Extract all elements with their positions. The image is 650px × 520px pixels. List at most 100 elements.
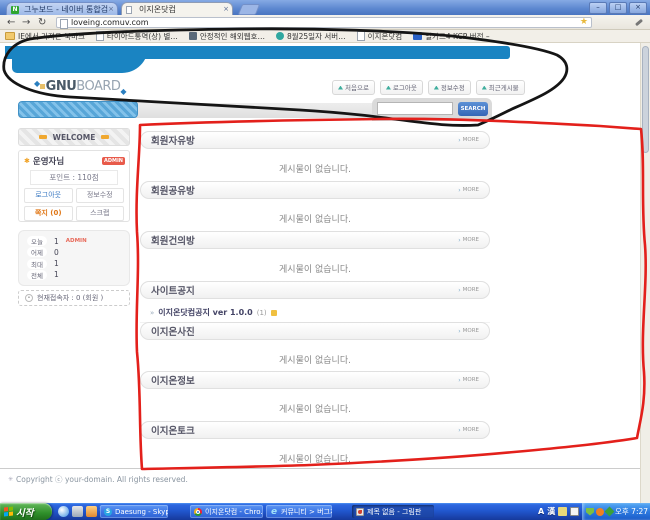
- search-input[interactable]: [377, 102, 453, 115]
- page-icon: [96, 31, 104, 41]
- quicklaunch-app-icon[interactable]: [72, 506, 83, 517]
- start-button[interactable]: 시작: [0, 503, 52, 520]
- quicklaunch-app-icon[interactable]: [86, 506, 97, 517]
- close-button[interactable]: ×: [629, 2, 647, 14]
- taskbar-item-ie[interactable]: e 커뮤니티 > 버그게...: [266, 505, 332, 518]
- forward-icon[interactable]: →: [22, 16, 30, 29]
- tab-close-icon[interactable]: ×: [108, 3, 114, 15]
- current-visitors-box[interactable]: • 현재접속자 : 0 (회원 ): [18, 290, 130, 306]
- board-header[interactable]: 회원자유방 ›MORE: [140, 131, 490, 149]
- board-header[interactable]: 이지온토크 ›MORE: [140, 421, 490, 439]
- ime-alpha-icon[interactable]: A: [538, 507, 544, 516]
- notice-post-row[interactable]: » 이지온닷컴공지 ver 1.0.0 (1): [140, 304, 490, 323]
- taskbar-clock: 오후 7:27: [615, 506, 650, 517]
- bullet-icon: •: [25, 294, 33, 302]
- tab-naver-search[interactable]: N 그누보드 - 네이버 통합검 ×: [6, 2, 118, 15]
- bookmark-item[interactable]: IE에서 가져온 북마크: [5, 31, 85, 42]
- more-link[interactable]: ›MORE: [458, 328, 479, 335]
- recent-posts-button[interactable]: 최근게시물: [476, 80, 525, 95]
- search-button[interactable]: SEARCH: [458, 102, 488, 116]
- empty-text: 게시물이 없습니다.: [140, 162, 490, 175]
- quicklaunch-browser-icon[interactable]: [58, 506, 69, 517]
- more-link[interactable]: ›MORE: [458, 187, 479, 194]
- skype-icon: S: [104, 508, 112, 516]
- system-tray: 오후 7:27: [582, 503, 650, 520]
- ime-option-icon[interactable]: [558, 507, 567, 516]
- bookmark-item[interactable]: 안정적인 해외웹호…: [189, 31, 265, 42]
- board-header[interactable]: 이지온정보 ›MORE: [140, 371, 490, 389]
- empty-text: 게시물이 없습니다.: [140, 262, 490, 275]
- username: 운영자님: [33, 155, 64, 167]
- footer-copyright: ✳ Copyright ⓒ your-domain. All rights re…: [8, 474, 188, 485]
- wrench-menu-icon[interactable]: [634, 18, 643, 27]
- board-header[interactable]: 회원공유방 ›MORE: [140, 181, 490, 199]
- taskbar-item-skype[interactable]: S Daesung - Skype...: [100, 505, 168, 518]
- logout-button[interactable]: 로그아웃: [380, 80, 423, 95]
- gnuboard-logo[interactable]: ◆GNUBOARD◆: [34, 79, 126, 96]
- board-header[interactable]: 회원건의방 ›MORE: [140, 231, 490, 249]
- reload-icon[interactable]: ↻: [38, 16, 46, 29]
- scrollbar-thumb[interactable]: [642, 46, 649, 153]
- internet-explorer-icon: e: [270, 508, 278, 516]
- ime-help-icon[interactable]: [570, 507, 579, 516]
- address-page-icon: [60, 19, 68, 29]
- board-section-share: 회원공유방 ›MORE 게시물이 없습니다.: [140, 181, 490, 225]
- stat-row: 최대 1: [27, 259, 121, 269]
- post-title[interactable]: 이지온닷컴공지 ver 1.0.0: [158, 307, 252, 318]
- tray-app-icon[interactable]: [596, 508, 604, 516]
- ime-hanja-icon[interactable]: 漢: [547, 506, 555, 517]
- bookmark-item[interactable]: 8월25일자 서버…: [276, 31, 346, 42]
- home-button[interactable]: 처음으로: [332, 80, 375, 95]
- stat-row: 어제 0: [27, 247, 121, 257]
- admin-badge: ADMIN: [102, 157, 125, 165]
- taskbar: 시작 » S Daesung - Skype... 이지온닷컴 - Chro..…: [0, 503, 650, 520]
- bookmark-item[interactable]: 타이아드통역(상) 별…: [96, 31, 178, 42]
- tray-messenger-icon[interactable]: [605, 507, 615, 517]
- profile-box: ✱ 운영자님 ADMIN 포인트 : 110점 로그아웃 정보수정 쪽지 (0)…: [18, 150, 130, 222]
- more-link[interactable]: ›MORE: [458, 287, 479, 294]
- minimize-button[interactable]: –: [589, 2, 607, 14]
- desktop-screen: N 그누보드 - 네이버 통합검 × 이지온닷컴 × – □ × ← → ↻ l…: [0, 0, 650, 520]
- new-badge-icon: [271, 310, 277, 316]
- more-link[interactable]: ›MORE: [458, 137, 479, 144]
- address-bar[interactable]: loveing.comuv.com ★: [56, 17, 592, 28]
- bookmark-item[interactable]: 이지온닷컴: [357, 31, 403, 42]
- tab-close-icon[interactable]: ×: [223, 3, 229, 15]
- board-header[interactable]: 사이트공지 ›MORE: [140, 281, 490, 299]
- new-tab-button[interactable]: [238, 4, 260, 15]
- more-link[interactable]: ›MORE: [458, 427, 479, 434]
- taskbar-item-paint[interactable]: 제목 없음 - 그림판: [352, 505, 434, 518]
- empty-text: 게시물이 없습니다.: [140, 452, 490, 465]
- edit-info-button[interactable]: 정보수정: [428, 80, 471, 95]
- site-icon: [189, 32, 197, 40]
- back-icon[interactable]: ←: [7, 16, 15, 29]
- board-section-notice: 사이트공지 ›MORE » 이지온닷컴공지 ver 1.0.0 (1): [140, 281, 490, 323]
- page-scrollbar[interactable]: [640, 43, 650, 503]
- scrap-link[interactable]: 스크랩: [76, 206, 125, 221]
- browser-toolbar: ← → ↻ loveing.comuv.com ★: [0, 15, 650, 30]
- paint-icon: [356, 508, 364, 516]
- admin-label: ADMIN: [66, 238, 87, 244]
- address-url: loveing.comuv.com: [71, 18, 149, 27]
- nav-menu-block[interactable]: [18, 101, 138, 118]
- bookmark-item[interactable]: 얼카드4 KCP 버전 –: [413, 31, 489, 42]
- user-star-icon: ✱: [24, 157, 30, 165]
- language-bar[interactable]: A 漢: [538, 505, 579, 518]
- taskbar-item-chrome[interactable]: 이지온닷컴 - Chro...: [190, 505, 263, 518]
- edit-info-link[interactable]: 정보수정: [76, 188, 125, 203]
- antivirus-shield-icon[interactable]: [586, 508, 594, 516]
- maximize-button[interactable]: □: [609, 2, 627, 14]
- bookmark-star-icon[interactable]: ★: [580, 17, 588, 27]
- tab-ezion[interactable]: 이지온닷컴 ×: [121, 2, 233, 15]
- empty-text: 게시물이 없습니다.: [140, 353, 490, 366]
- memo-link[interactable]: 쪽지 (0): [24, 206, 73, 221]
- board-section-free: 회원자유방 ›MORE 게시물이 없습니다.: [140, 131, 490, 175]
- logout-link[interactable]: 로그아웃: [24, 188, 73, 203]
- site-icon: [276, 32, 284, 40]
- more-link[interactable]: ›MORE: [458, 237, 479, 244]
- leaf-icon: [386, 86, 391, 90]
- tab-title: 이지온닷컴: [139, 5, 176, 14]
- board-header[interactable]: 이지온사진 ›MORE: [140, 322, 490, 340]
- leaf-icon: [482, 86, 487, 90]
- more-link[interactable]: ›MORE: [458, 377, 479, 384]
